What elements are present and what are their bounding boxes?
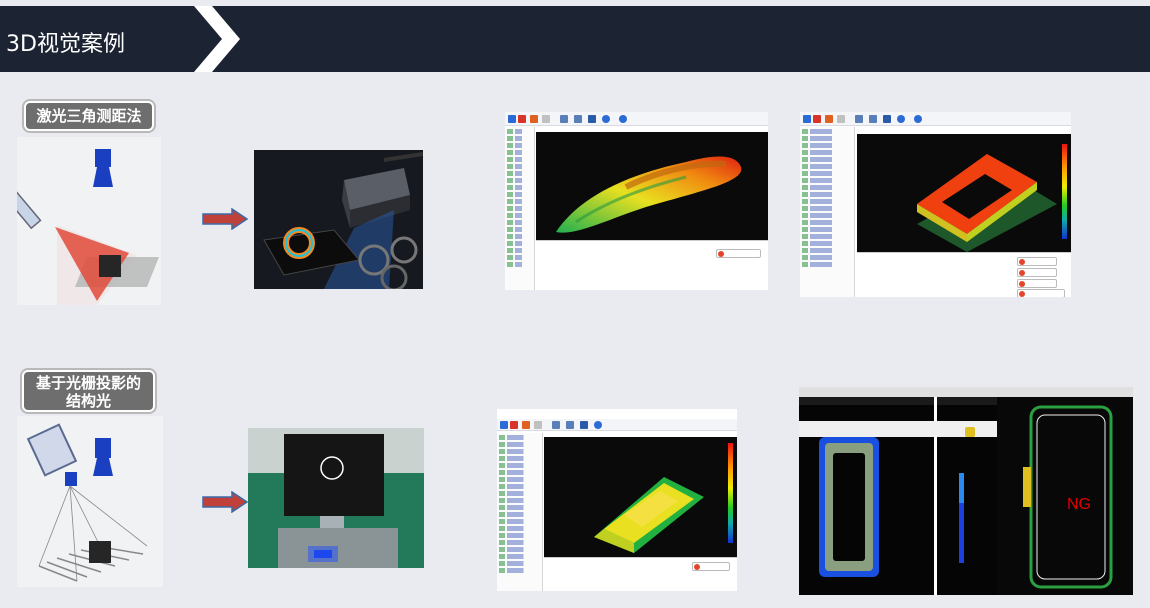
toolbar bbox=[800, 112, 1071, 126]
output-panel bbox=[544, 557, 737, 591]
section-label-structured-light: 基于光栅投影的 结构光 bbox=[22, 370, 155, 412]
software-screenshot-shoe-scan bbox=[505, 112, 768, 290]
inspection-result-screenshot: NG bbox=[799, 387, 1133, 595]
software-screenshot-frame-scan bbox=[800, 112, 1071, 297]
output-panel bbox=[857, 252, 1071, 297]
3d-viewport[interactable] bbox=[544, 437, 737, 557]
toolbar bbox=[505, 112, 768, 126]
software-screenshot-plate-scan bbox=[497, 409, 737, 591]
section-label-line-2: 结构光 bbox=[65, 392, 111, 410]
arrow-right-icon bbox=[202, 491, 248, 513]
chevron-right-icon bbox=[194, 6, 240, 72]
tree-panel bbox=[497, 433, 543, 591]
page-title: 3D视觉案例 bbox=[6, 32, 125, 57]
ng-result-label: NG bbox=[1067, 496, 1091, 513]
structured-light-scanner-photo bbox=[248, 428, 424, 568]
tree-panel bbox=[800, 127, 855, 297]
header-bar: 3D视觉案例 bbox=[0, 6, 1150, 72]
3d-viewport[interactable] bbox=[857, 134, 1071, 252]
arrow-right-icon bbox=[202, 208, 248, 230]
section-label-line-1: 基于光栅投影的 bbox=[35, 374, 141, 392]
output-panel bbox=[536, 240, 768, 290]
laser-triangulation-diagram bbox=[17, 137, 161, 305]
structured-light-diagram bbox=[17, 416, 163, 587]
3d-viewport[interactable] bbox=[536, 132, 768, 240]
section-label-laser-triangulation: 激光三角测距法 bbox=[24, 101, 154, 131]
laser-sensor-photo bbox=[254, 150, 423, 289]
tree-panel bbox=[505, 127, 535, 290]
toolbar bbox=[497, 419, 737, 431]
